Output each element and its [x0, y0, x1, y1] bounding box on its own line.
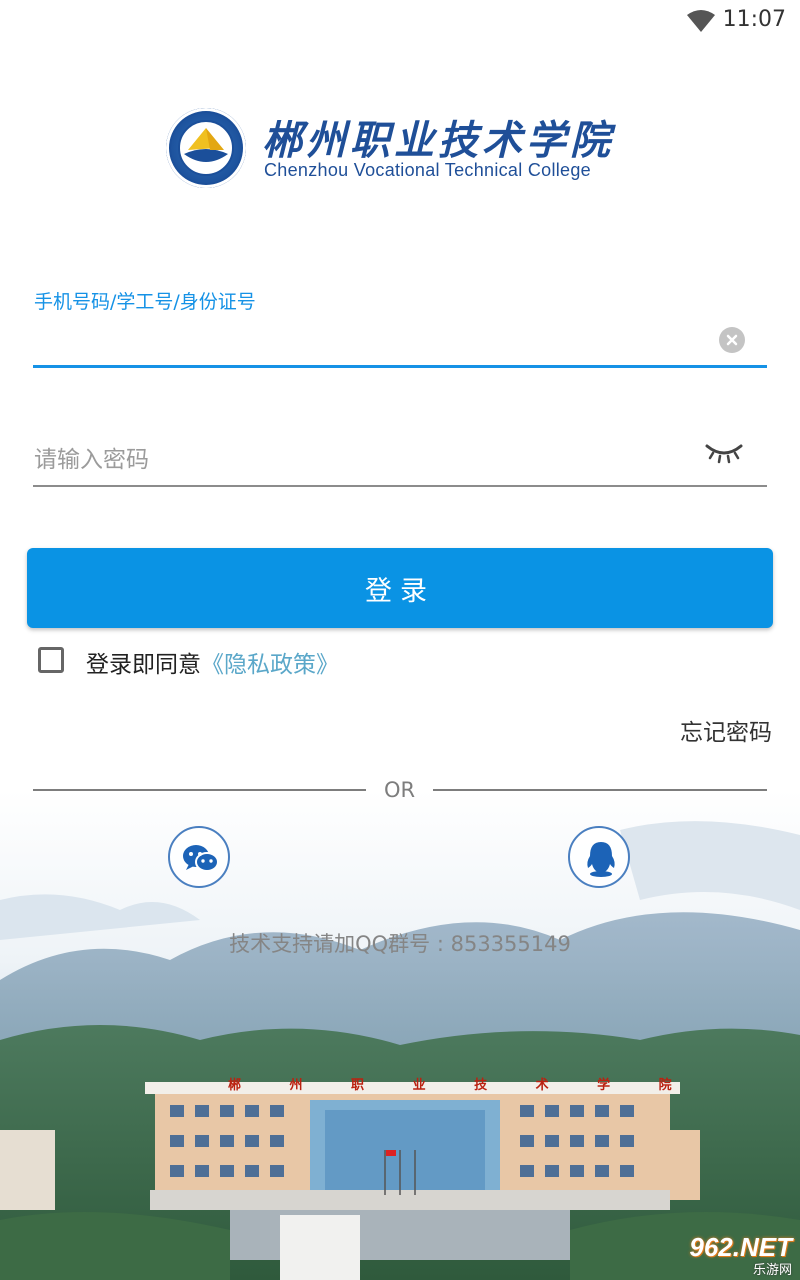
privacy-policy-link[interactable]: 《隐私政策》 [201, 652, 339, 678]
qq-login-button[interactable] [568, 826, 630, 888]
forgot-password-link[interactable]: 忘记密码 [680, 713, 772, 747]
username-input[interactable] [34, 318, 704, 362]
wifi-icon [687, 10, 715, 32]
qq-icon [587, 842, 615, 877]
watermark-logo: 962.NET 乐游网 [689, 1232, 792, 1278]
divider-line-right [433, 789, 767, 791]
agreement-text: 登录即同意《隐私政策》 [86, 645, 339, 679]
campus-building-sign: 郴 州 职 业 技 术 学 院 [228, 1078, 694, 1093]
college-name-en: Chenzhou Vocational Technical College [264, 160, 591, 180]
eye-closed-icon[interactable] [704, 440, 744, 466]
wechat-login-button[interactable] [168, 826, 230, 888]
campus-background-image: 郴 州 职 业 技 术 学 院 [0, 790, 800, 1280]
agreement-label: 登录即同意 [86, 652, 201, 678]
agreement-checkbox[interactable] [38, 647, 64, 673]
password-underline [33, 485, 767, 487]
status-bar: 11:07 [0, 0, 800, 42]
username-label: 手机号码/学工号/身份证号 [34, 291, 256, 313]
username-underline [33, 365, 767, 368]
college-name-cn: 郴州职业技术学院 [262, 117, 614, 164]
divider-line-left [33, 789, 366, 791]
seal-emblem-icon [178, 120, 234, 176]
college-seal-logo [166, 108, 246, 188]
support-info-text: 技术支持请加QQ群号 : 853355149 [229, 932, 571, 956]
login-button[interactable]: 登录 [27, 548, 773, 628]
wechat-icon [183, 845, 219, 872]
status-time: 11:07 [722, 7, 786, 32]
divider-or-text: OR [383, 778, 416, 802]
password-input[interactable] [34, 438, 694, 482]
clear-icon[interactable] [719, 327, 745, 353]
